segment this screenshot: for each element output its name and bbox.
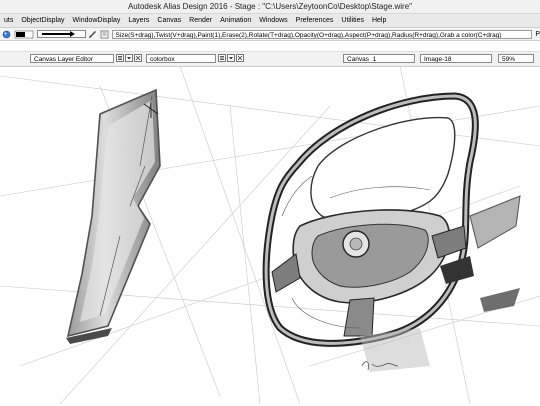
menu-item-animation[interactable]: Animation	[216, 14, 255, 27]
menu-icon[interactable]	[218, 54, 226, 62]
menu-item-object-display[interactable]: ObjectDisplay	[17, 14, 68, 27]
menu-item-render[interactable]: Render	[185, 14, 216, 27]
toolbar-right-label: P	[535, 30, 540, 38]
sketch-canvas[interactable]	[0, 65, 540, 405]
menu-item-canvas[interactable]: Canvas	[153, 14, 185, 27]
steering-wheel-sketch	[0, 65, 540, 405]
menu-item-windows[interactable]: Windows	[255, 14, 291, 27]
window-title: Autodesk Alias Design 2016 - Stage : "C:…	[0, 0, 540, 14]
a-pillar-sketch	[66, 88, 161, 344]
menu-item-layers[interactable]: Layers	[124, 14, 153, 27]
canvas-name-field[interactable]: Canvas_1	[343, 54, 415, 63]
steering-wheel-drawing	[262, 92, 521, 372]
menu-item-help[interactable]: Help	[368, 14, 390, 27]
brush-hint-field: Size(S+drag),Twist(V+drag),Paint(1),Eras…	[112, 29, 533, 39]
options-icon[interactable]	[100, 30, 109, 39]
brush-toolbar: Size(S+drag),Twist(V+drag),Paint(1),Eras…	[0, 28, 540, 41]
canvas-layer-editor-title[interactable]: Canvas Layer Editor	[30, 54, 114, 63]
menu-item-window-display[interactable]: WindowDisplay	[69, 14, 125, 27]
menu-item-utilities-partial[interactable]: uts	[0, 14, 17, 27]
chevron-down-icon[interactable]	[227, 54, 235, 62]
close-icon[interactable]	[134, 54, 142, 62]
image-name-field[interactable]: Image-18	[420, 54, 492, 63]
menu-item-preferences[interactable]: Preferences	[292, 14, 338, 27]
menu-bar: uts ObjectDisplay WindowDisplay Layers C…	[0, 14, 540, 28]
menu-item-utilities[interactable]: Utilities	[337, 14, 368, 27]
color-swatch-icon[interactable]	[14, 30, 34, 39]
editor-header-row: Canvas Layer Editor colorbox Canvas_1 Im…	[0, 51, 540, 67]
colorbox-title[interactable]: colorbox	[146, 54, 216, 63]
zoom-field[interactable]: 59%	[498, 54, 534, 63]
paint-brush-icon[interactable]	[2, 30, 11, 39]
pencil-icon[interactable]	[88, 30, 97, 39]
menu-icon[interactable]	[116, 54, 124, 62]
close-icon[interactable]	[236, 54, 244, 62]
chevron-down-icon[interactable]	[125, 54, 133, 62]
brush-size-slider[interactable]	[37, 30, 87, 38]
